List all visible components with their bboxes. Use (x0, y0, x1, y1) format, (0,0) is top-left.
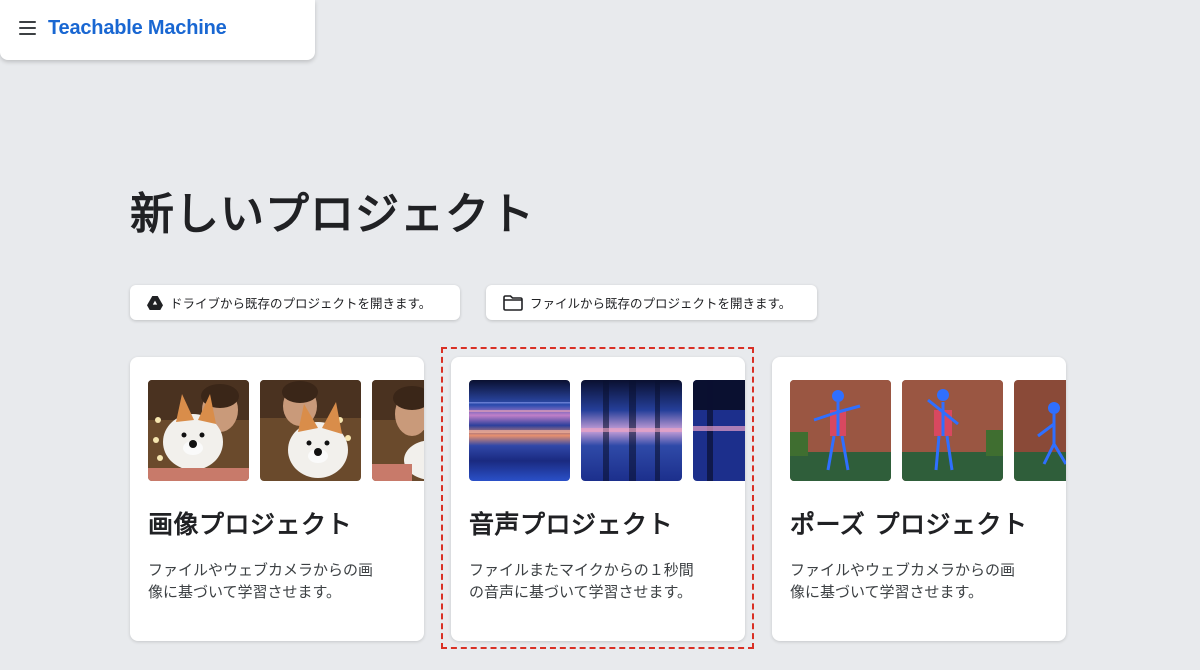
image-project-description: ファイルやウェブカメラからの画 像に基づいて学習させます。 (148, 561, 374, 601)
pose-skeleton-photo (902, 380, 1003, 481)
spectrogram-image (581, 380, 682, 481)
app-header: Teachable Machine (0, 0, 315, 60)
app-logo[interactable]: Teachable Machine (48, 14, 227, 42)
spectrogram-image (693, 380, 745, 481)
image-project-card[interactable]: 画像プロジェクト ファイルやウェブカメラからの画 像に基づいて学習させます。 (130, 357, 424, 641)
pose-project-description: ファイルやウェブカメラからの画 像に基づいて学習させます。 (790, 561, 1016, 601)
audio-project-title: 音声プロジェクト (469, 510, 674, 539)
plush-dog-photo (260, 380, 361, 481)
open-from-file-button[interactable]: ファイルから既存のプロジェクトを開きます。 (486, 285, 817, 320)
plush-dog-photo (148, 380, 249, 481)
open-from-drive-button[interactable]: ドライブから既存のプロジェクトを開きます。 (130, 285, 460, 320)
page-title: 新しいプロジェクト (130, 189, 535, 240)
audio-project-card[interactable]: 音声プロジェクト ファイルまたマイクからの１秒間 の音声に基づいて学習させます。 (451, 357, 745, 641)
audio-project-thumbnails (469, 380, 745, 481)
pose-skeleton-photo (790, 380, 891, 481)
pose-project-card[interactable]: ポーズ プロジェクト ファイルやウェブカメラからの画 像に基づいて学習させます。 (772, 357, 1066, 641)
spectrogram-image (469, 380, 570, 481)
open-from-file-label: ファイルから既存のプロジェクトを開きます。 (530, 296, 792, 311)
audio-project-description: ファイルまたマイクからの１秒間 の音声に基づいて学習させます。 (469, 561, 694, 601)
hamburger-menu-icon[interactable] (19, 21, 36, 35)
pose-project-thumbnails (790, 380, 1066, 481)
image-project-title: 画像プロジェクト (148, 510, 353, 539)
open-from-drive-label: ドライブから既存のプロジェクトを開きます。 (170, 296, 432, 311)
plush-dog-photo (372, 380, 424, 481)
folder-icon (503, 294, 523, 311)
pose-project-title: ポーズ プロジェクト (790, 510, 1028, 539)
image-project-thumbnails (148, 380, 424, 481)
google-drive-icon (147, 295, 163, 310)
pose-skeleton-photo (1014, 380, 1066, 481)
